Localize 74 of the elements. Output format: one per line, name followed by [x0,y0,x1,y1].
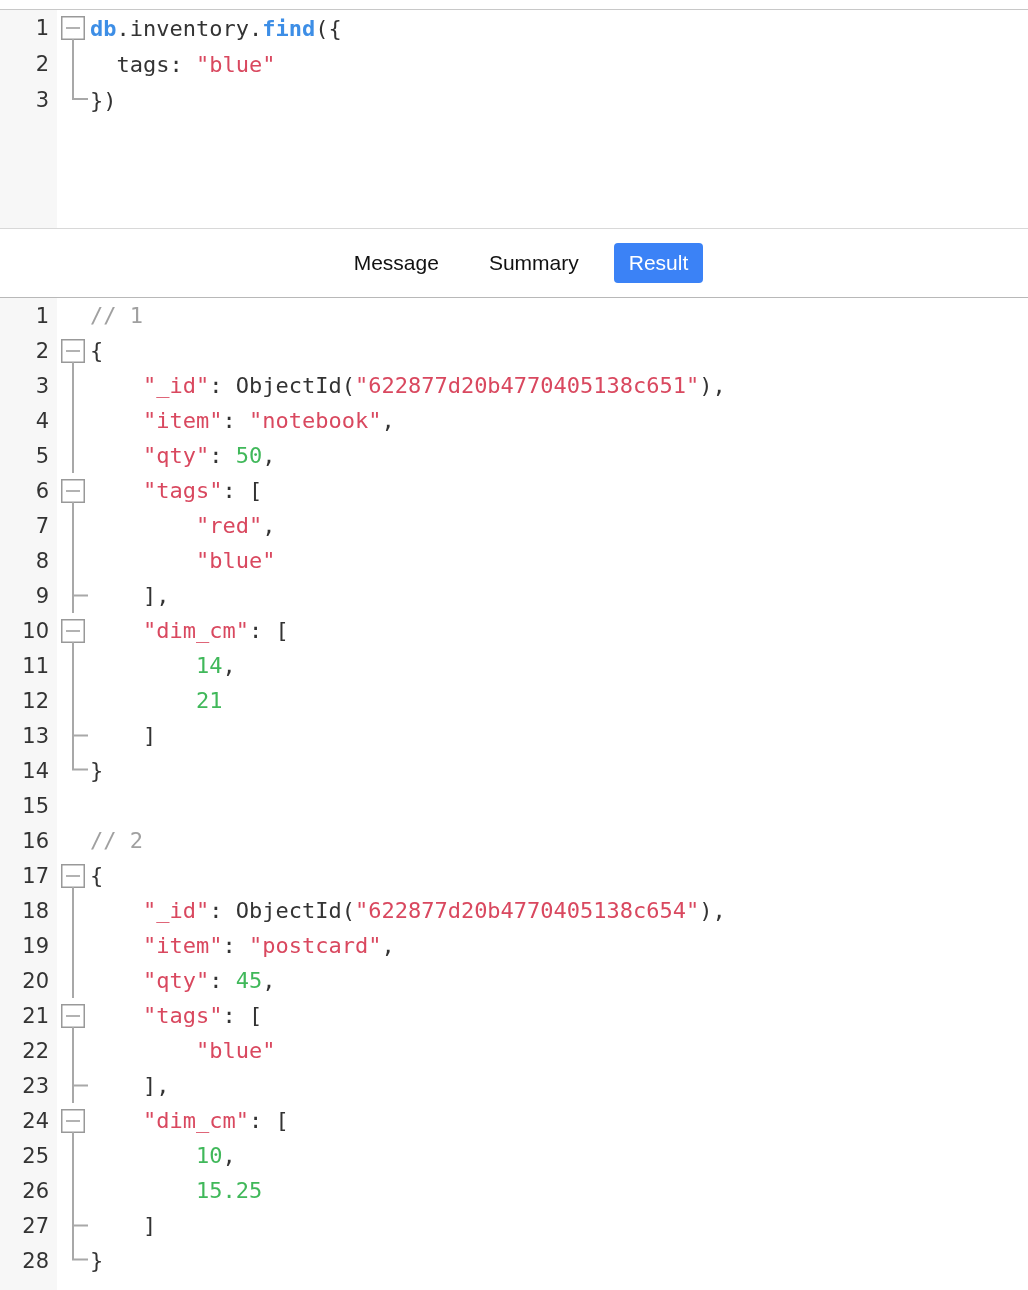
line-number: 25 [21,1143,49,1168]
code-line: "tags": [ [141,1003,263,1028]
tab[interactable]: Result [613,243,704,283]
line-number: 10 [21,618,49,643]
code-line: 14, [194,653,236,678]
line-number: 4 [34,408,49,433]
code-line: { [90,338,104,363]
fold-toggle-icon[interactable] [61,338,85,363]
line-number: 9 [34,583,49,608]
line-number: 24 [21,1108,49,1133]
code-line: "red", [194,513,276,538]
line-number: 6 [34,478,49,503]
code-line: ], [141,1073,170,1098]
line-number: 14 [21,758,49,783]
code-line: "qty": 45, [141,968,276,993]
code-line: "dim_cm": [ [141,1108,289,1133]
code-line: { [90,863,104,888]
line-number: 17 [21,863,49,888]
code-line: "item": "notebook", [141,408,395,433]
code-line: "_id": ObjectId("622877d20b4770405138c654"), [141,898,726,923]
tab[interactable]: Summary [473,243,594,283]
line-number: 2 [34,338,49,363]
code-line: db.inventory.find({ [90,15,342,41]
line-number: 1 [34,16,49,40]
line-number: 12 [21,688,49,713]
line-number: 22 [21,1038,49,1063]
fold-toggle-icon[interactable] [61,1003,85,1028]
line-number: 20 [21,968,49,993]
code-line: ] [141,1213,157,1238]
code-line: "item": "postcard", [141,933,395,958]
line-number: 1 [34,303,49,328]
line-number: 13 [21,723,49,748]
code-line: ] [141,723,157,748]
line-number: 3 [34,88,49,112]
code-line: }) [90,87,117,113]
line-number: 18 [21,898,49,923]
code-line: "tags": [ [141,478,263,503]
code-line: 15.25 [194,1178,263,1203]
line-number: 7 [34,513,49,538]
line-number: 2 [34,52,49,76]
code-line: "blue" [194,548,276,573]
fold-toggle-icon[interactable] [61,478,85,503]
line-number: 27 [21,1213,49,1238]
code-line: "qty": 50, [141,443,276,468]
line-number: 3 [34,373,49,398]
line-number: 8 [34,548,49,573]
line-number: 5 [34,443,49,468]
fold-end-icon [72,578,88,613]
fold-end-icon [72,82,88,100]
fold-toggle-icon[interactable] [61,1108,85,1133]
fold-toggle-icon[interactable] [61,16,85,40]
code-line: // 2 [90,828,143,853]
line-number: 23 [21,1073,49,1098]
line-number: 19 [21,933,49,958]
code-line: } [90,1248,104,1273]
code-line: "blue" [194,1038,276,1063]
line-number: 16 [21,828,49,853]
code-line: } [90,758,104,783]
code-line: ], [141,583,170,608]
tab[interactable]: Message [338,243,454,283]
line-number: 15 [21,793,49,818]
code-line: 10, [194,1143,236,1168]
line-number: 28 [21,1248,49,1273]
line-number: 26 [21,1178,49,1203]
code-line: "_id": ObjectId("622877d20b4770405138c651"), [141,373,726,398]
line-number: 21 [21,1003,49,1028]
code-line: // 1 [90,303,143,328]
line-number: 11 [21,653,49,678]
fold-toggle-icon[interactable] [61,863,85,888]
fold-toggle-icon[interactable] [61,618,85,643]
fold-end-icon [72,1068,88,1103]
code-line: tags: "blue" [115,51,276,77]
code-line: 21 [194,688,223,713]
code-line: "dim_cm": [ [141,618,289,643]
